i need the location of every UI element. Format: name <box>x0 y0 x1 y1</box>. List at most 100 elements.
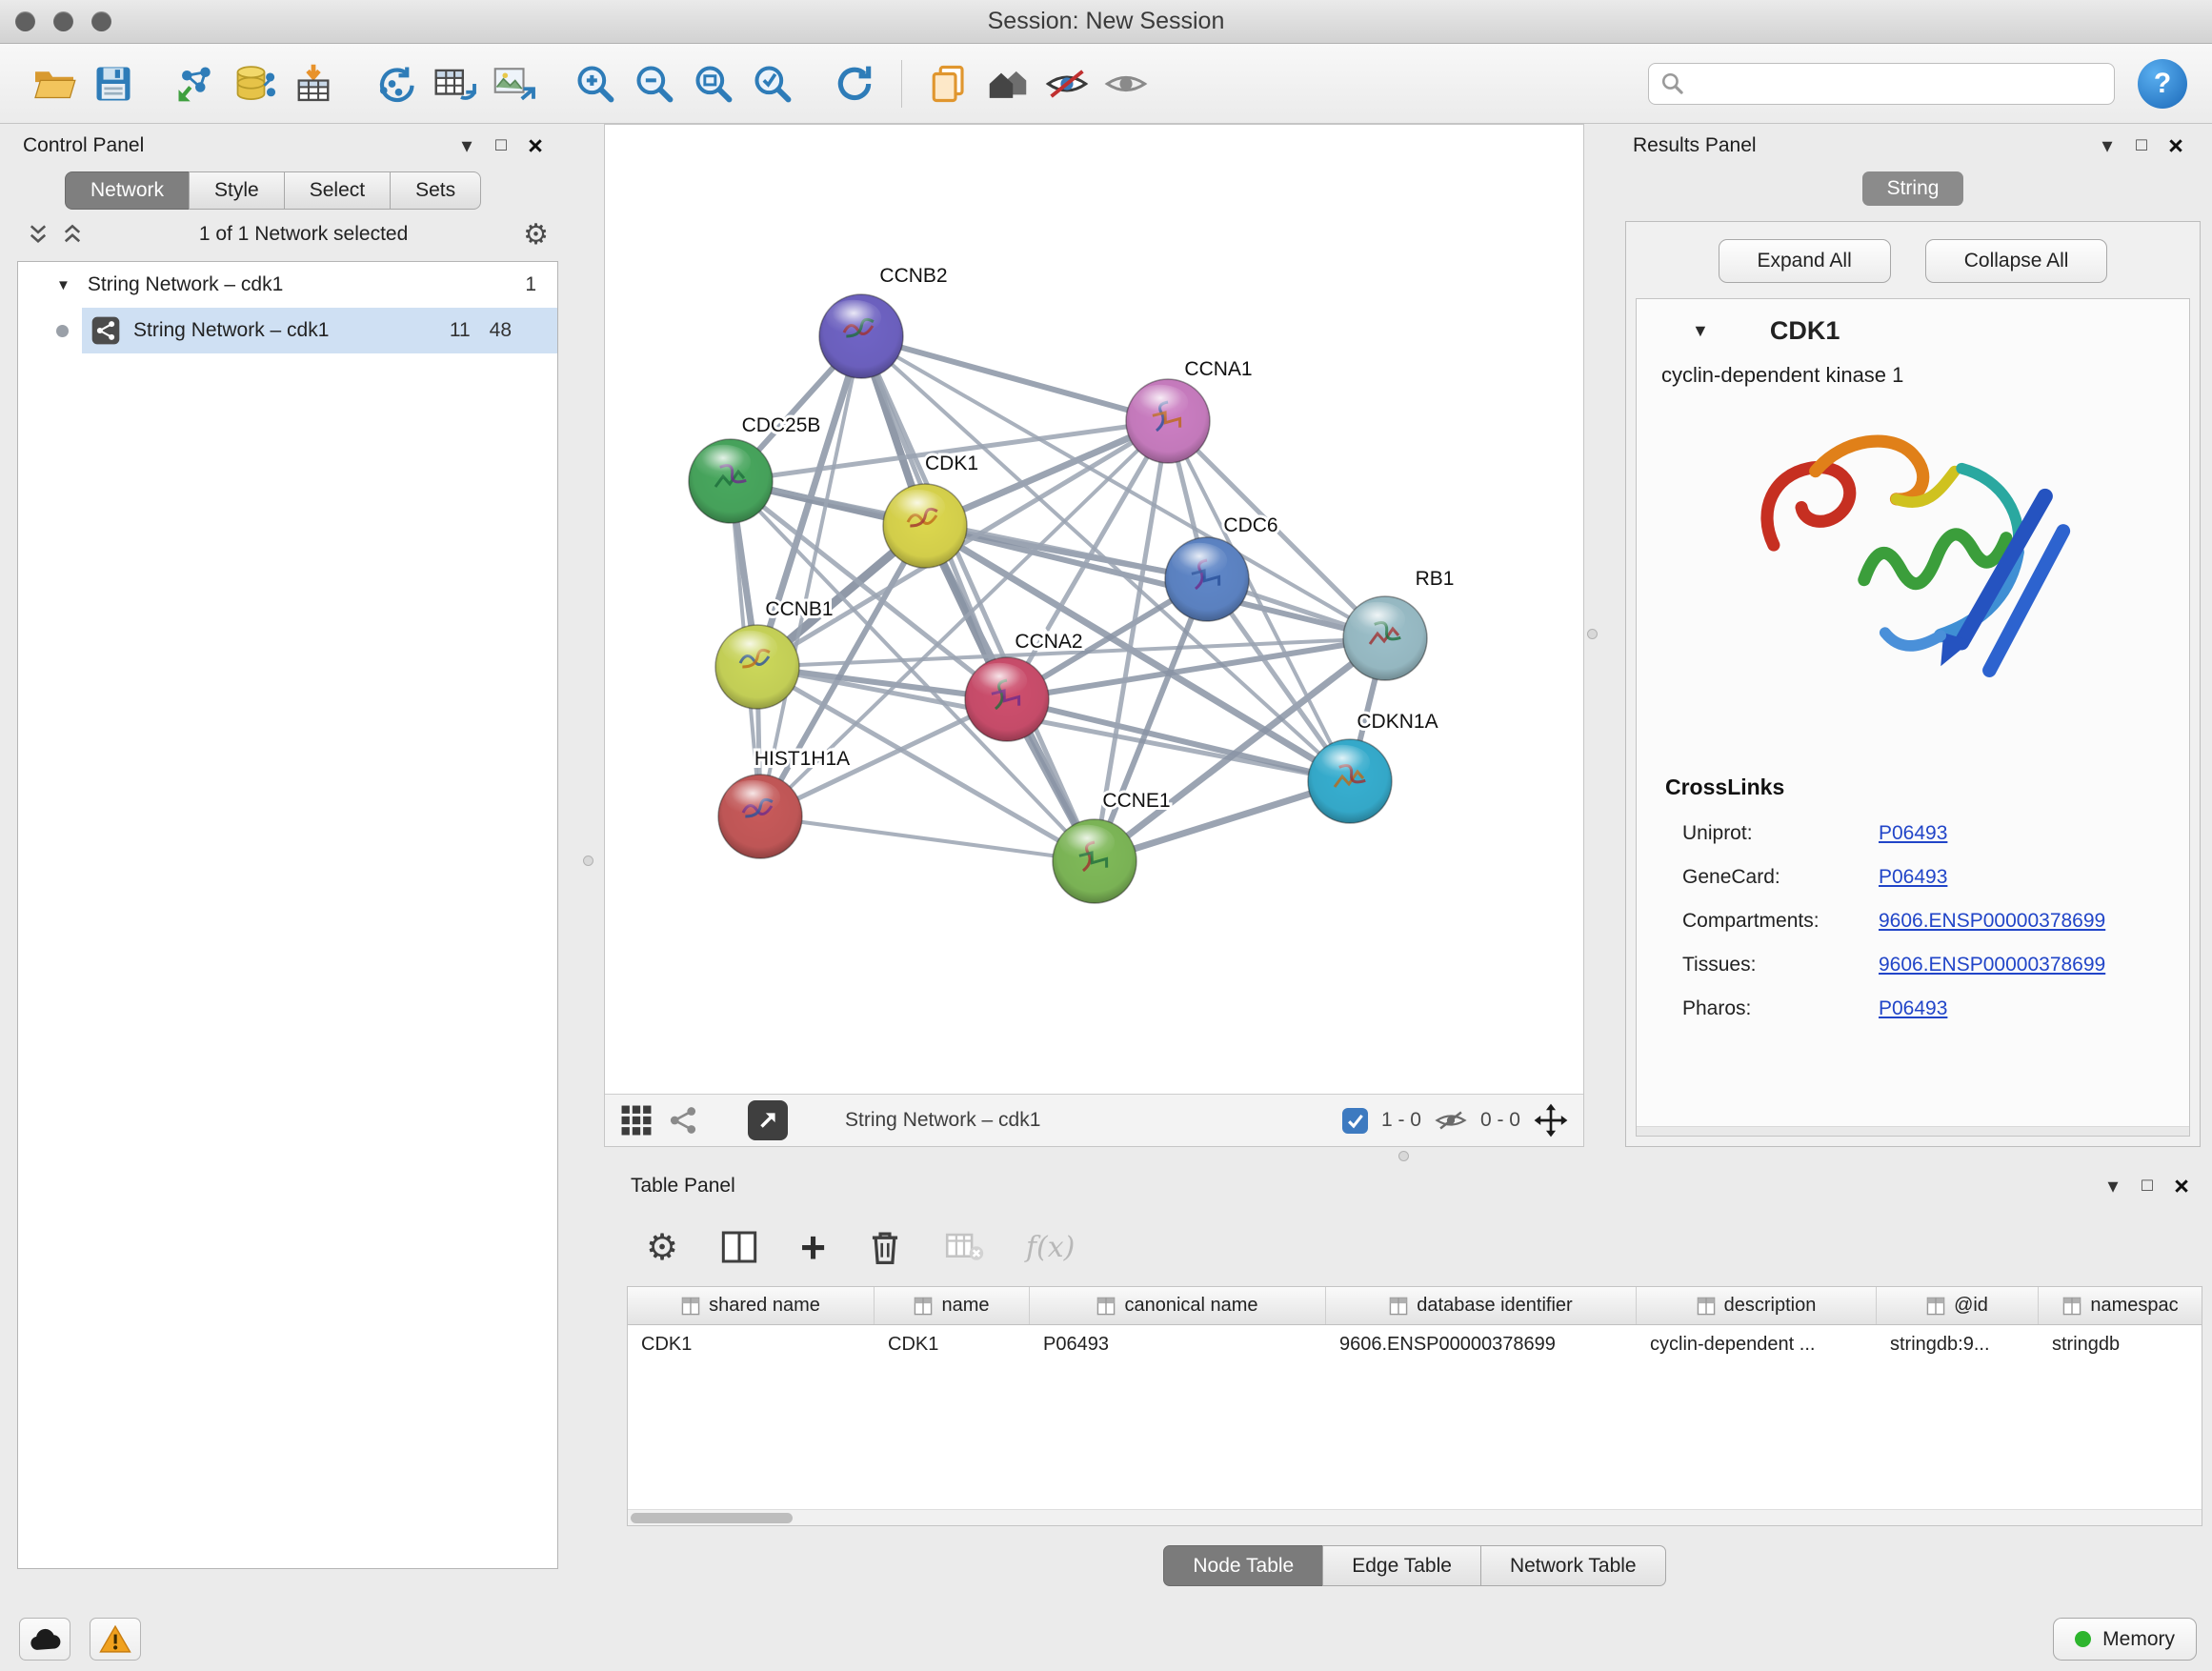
tab-select[interactable]: Select <box>284 171 391 210</box>
network-node-CDC6[interactable] <box>1165 537 1249 621</box>
network-overview-button[interactable] <box>668 1105 698 1136</box>
pan-crosshair-icon[interactable] <box>1534 1103 1568 1137</box>
automation-status-button[interactable] <box>19 1618 70 1661</box>
network-edge-CDK1-RB1[interactable] <box>925 526 1385 638</box>
results-close-icon[interactable]: × <box>2159 131 2193 161</box>
column-header-description[interactable]: description <box>1637 1287 1877 1324</box>
selection-checkbox[interactable] <box>1342 1108 1368 1134</box>
network-node-CCNE1[interactable] <box>1053 819 1136 903</box>
clone-network-button[interactable] <box>366 54 425 113</box>
table-float-icon[interactable]: □ <box>2130 1176 2164 1197</box>
import-network-file-button[interactable] <box>166 54 225 113</box>
results-collapse-icon[interactable]: ▾ <box>2090 133 2124 158</box>
tab-node-table[interactable]: Node Table <box>1163 1545 1323 1586</box>
detach-view-button[interactable] <box>748 1100 788 1140</box>
tab-network[interactable]: Network <box>65 171 190 210</box>
minimize-window-button[interactable] <box>53 11 73 31</box>
zoom-fit-button[interactable] <box>684 54 743 113</box>
memory-button[interactable]: Memory <box>2053 1618 2197 1661</box>
close-panel-icon[interactable]: × <box>518 131 553 161</box>
tab-edge-table[interactable]: Edge Table <box>1322 1545 1481 1586</box>
crosslink-uniprot-link[interactable]: P06493 <box>1879 822 2189 845</box>
hidden-eye-icon[interactable] <box>1435 1108 1467 1133</box>
network-options-gear-icon[interactable]: ⚙ <box>523 218 549 252</box>
column-header-id[interactable]: @id <box>1877 1287 2039 1324</box>
network-node-HIST1H1A[interactable] <box>718 775 802 858</box>
export-image-button[interactable] <box>484 54 543 113</box>
import-network-database-button[interactable] <box>225 54 284 113</box>
network-node-CCNA2[interactable] <box>965 657 1049 741</box>
zoom-out-button[interactable] <box>625 54 684 113</box>
help-button[interactable]: ? <box>2138 59 2187 109</box>
home-icon <box>986 64 1030 104</box>
table-options-gear-icon[interactable]: ⚙ <box>646 1226 678 1269</box>
crosslink-compartments-link[interactable]: 9606.ENSP00000378699 <box>1879 910 2189 933</box>
warnings-status-button[interactable] <box>90 1618 141 1661</box>
network-edge-CCNB2-CCNE1[interactable] <box>861 336 1095 861</box>
left-splitter-grip[interactable] <box>583 856 593 866</box>
zoom-in-button[interactable] <box>566 54 625 113</box>
expand-all-icon[interactable] <box>61 222 84 247</box>
birdseye-view-button[interactable] <box>620 1104 653 1137</box>
bottom-splitter-grip[interactable] <box>1398 1151 1409 1161</box>
crosslink-genecard-link[interactable]: P06493 <box>1879 866 2189 889</box>
column-header-canonical-name[interactable]: canonical name <box>1030 1287 1326 1324</box>
hide-graphics-details-button[interactable] <box>1037 54 1096 113</box>
column-header-namespace[interactable]: namespac <box>2039 1287 2202 1324</box>
column-header-database-identifier[interactable]: database identifier <box>1326 1287 1637 1324</box>
network-row-selected[interactable]: String Network – cdk1 11 48 <box>82 308 557 353</box>
network-edge-CCNE1-HIST1H1A[interactable] <box>760 816 1095 861</box>
tab-network-table[interactable]: Network Table <box>1480 1545 1666 1586</box>
search-input[interactable] <box>1695 72 2102 94</box>
tab-style[interactable]: Style <box>189 171 285 210</box>
network-node-CDKN1A[interactable] <box>1308 739 1392 823</box>
tab-string[interactable]: String <box>1862 171 1964 206</box>
network-node-label-CCNA2: CCNA2 <box>1015 631 1082 653</box>
table-row[interactable]: CDK1 CDK1 P06493 9606.ENSP00000378699 cy… <box>628 1325 2202 1363</box>
close-window-button[interactable] <box>15 11 35 31</box>
import-table-button[interactable] <box>284 54 343 113</box>
table-close-icon[interactable]: × <box>2164 1172 2199 1201</box>
column-header-name[interactable]: name <box>875 1287 1030 1324</box>
network-node-CCNB2[interactable] <box>819 294 903 378</box>
copy-document-button[interactable] <box>919 54 978 113</box>
results-float-icon[interactable]: □ <box>2124 135 2159 156</box>
network-row[interactable]: String Network – cdk1 11 48 <box>18 308 557 353</box>
show-columns-icon[interactable] <box>720 1229 758 1265</box>
delete-column-trash-icon[interactable] <box>868 1228 902 1266</box>
protein-expander-icon[interactable]: ▼ <box>1692 321 1709 341</box>
cell-canonical-name: P06493 <box>1030 1325 1326 1363</box>
collapse-panel-icon[interactable]: ▾ <box>450 133 484 158</box>
table-collapse-icon[interactable]: ▾ <box>2096 1174 2130 1198</box>
zoom-selected-button[interactable] <box>743 54 802 113</box>
tab-sets[interactable]: Sets <box>390 171 481 210</box>
network-node-CDC25B[interactable] <box>689 439 773 523</box>
network-node-CCNA1[interactable] <box>1126 379 1210 463</box>
network-node-CDK1[interactable] <box>883 484 967 568</box>
network-edge-CCNB2-HIST1H1A[interactable] <box>760 336 861 816</box>
network-node-RB1[interactable] <box>1343 596 1427 680</box>
float-panel-icon[interactable]: □ <box>484 135 518 156</box>
network-canvas[interactable]: CCNB2CCNA1CDC25BCDK1CDC6RB1CCNB1CCNA2CDK… <box>605 125 1583 1094</box>
crosslink-pharos-link[interactable]: P06493 <box>1879 997 2189 1020</box>
collapse-all-icon[interactable] <box>27 222 50 247</box>
column-header-shared-name[interactable]: shared name <box>628 1287 875 1324</box>
crosslink-tissues-link[interactable]: 9606.ENSP00000378699 <box>1879 954 2189 976</box>
expand-all-button[interactable]: Expand All <box>1719 239 1891 283</box>
network-collection-row[interactable]: ▼ String Network – cdk1 1 <box>18 262 557 308</box>
results-scrollbar[interactable] <box>1637 1126 2189 1136</box>
network-node-CCNB1[interactable] <box>715 625 799 709</box>
open-session-button[interactable] <box>25 54 84 113</box>
add-column-icon[interactable]: + <box>800 1225 826 1269</box>
scrollbar-thumb[interactable] <box>631 1513 793 1523</box>
coll apse-all-button[interactable]: Collapse All <box>1925 239 2108 283</box>
show-graphics-details-button[interactable] <box>1096 54 1156 113</box>
tree-expander-icon[interactable]: ▼ <box>56 277 70 293</box>
home-view-button[interactable] <box>978 54 1037 113</box>
right-splitter-grip[interactable] <box>1587 629 1598 639</box>
save-session-button[interactable] <box>84 54 143 113</box>
export-table-button[interactable] <box>425 54 484 113</box>
zoom-window-button[interactable] <box>91 11 111 31</box>
refresh-button[interactable] <box>825 54 884 113</box>
table-horizontal-scrollbar[interactable] <box>628 1509 2202 1525</box>
